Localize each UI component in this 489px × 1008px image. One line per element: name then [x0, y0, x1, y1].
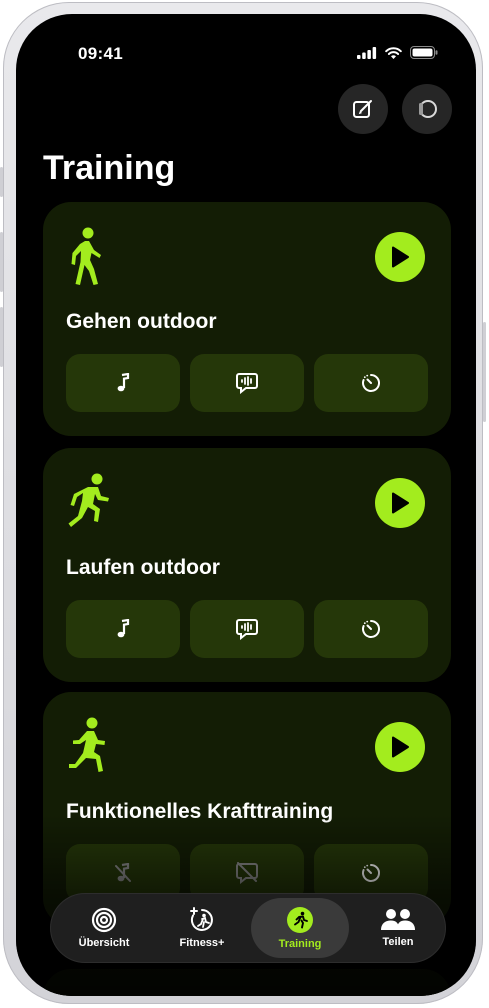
workout-card-running[interactable]: Laufen outdoor	[43, 448, 451, 682]
workout-title: Gehen outdoor	[66, 310, 217, 333]
watch-button[interactable]	[402, 84, 452, 134]
people-icon	[381, 909, 415, 930]
start-workout-button[interactable]	[375, 232, 425, 282]
play-icon	[392, 492, 409, 514]
timer-icon	[362, 620, 380, 638]
music-button[interactable]	[66, 354, 180, 412]
page-title: Training	[43, 149, 176, 187]
action-button	[0, 167, 3, 197]
tab-training[interactable]: Training	[251, 898, 349, 958]
watch-icon	[419, 100, 437, 118]
tab-teilen[interactable]: Teilen	[349, 898, 447, 958]
rings-icon	[91, 907, 117, 933]
workout-card-walking[interactable]: Gehen outdoor	[43, 202, 451, 436]
timer-button[interactable]	[314, 600, 428, 658]
battery-icon	[410, 46, 438, 59]
running-icon	[287, 907, 313, 933]
voice-feedback-button[interactable]	[190, 600, 304, 658]
voice-feedback-icon	[236, 373, 258, 394]
edit-button[interactable]	[338, 84, 388, 134]
tab-uebersicht[interactable]: Übersicht	[55, 898, 153, 958]
music-note-icon	[117, 619, 130, 638]
workout-title: Laufen outdoor	[66, 556, 220, 579]
screen: 09:41 Training Gehen outdoor Laufen outd…	[16, 14, 476, 996]
tab-fitness-plus[interactable]: Fitness+	[153, 898, 251, 958]
walking-figure-icon	[71, 227, 101, 285]
fitness-plus-icon	[190, 907, 213, 931]
tab-label: Teilen	[382, 936, 414, 948]
play-icon	[392, 736, 409, 758]
tab-label: Übersicht	[78, 937, 130, 949]
music-button[interactable]	[66, 600, 180, 658]
compose-icon	[353, 100, 372, 118]
strength-figure-icon	[69, 717, 105, 772]
timer-button[interactable]	[314, 354, 428, 412]
voice-feedback-icon	[236, 619, 258, 640]
start-workout-button[interactable]	[375, 722, 425, 772]
volume-down-button	[0, 307, 3, 367]
tab-label: Fitness+	[179, 937, 225, 949]
running-figure-icon	[68, 473, 109, 527]
phone-frame: 09:41 Training Gehen outdoor Laufen outd…	[0, 2, 486, 1004]
cellular-signal-icon	[357, 46, 377, 59]
timer-icon	[362, 374, 380, 392]
status-icons	[357, 46, 438, 59]
tab-label: Training	[278, 938, 322, 950]
status-time: 09:41	[78, 44, 123, 63]
voice-feedback-button[interactable]	[190, 354, 304, 412]
play-icon	[392, 246, 409, 268]
wifi-icon	[385, 46, 402, 59]
volume-up-button	[0, 232, 3, 292]
music-note-icon	[117, 373, 130, 392]
start-workout-button[interactable]	[375, 478, 425, 528]
side-button	[483, 322, 486, 422]
tab-bar: Übersicht Fitness+ Training Teilen	[51, 894, 445, 962]
